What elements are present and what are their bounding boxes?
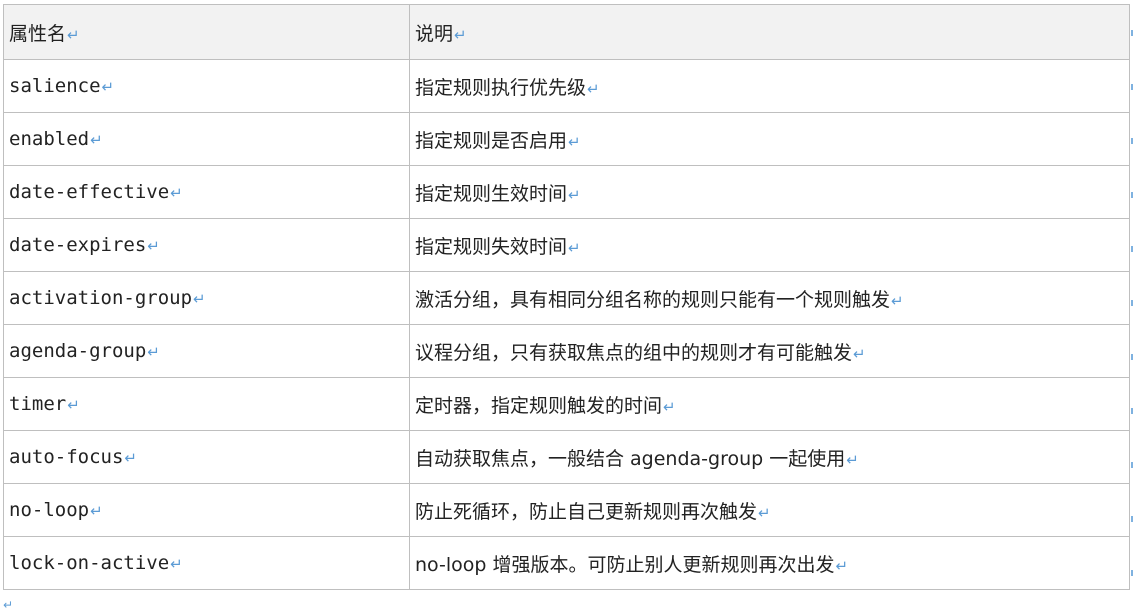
attribute-name: salience	[9, 75, 101, 97]
row-end-marker	[1131, 570, 1133, 576]
table-row: date-effective↵ 指定规则生效时间↵	[3, 165, 1130, 219]
paragraph-mark-icon: ↵	[193, 290, 206, 308]
paragraph-mark-icon: ↵	[568, 238, 581, 257]
attribute-desc-cell: 指定规则失效时间↵	[409, 218, 1130, 272]
paragraph-mark-icon: ↵	[853, 344, 866, 363]
attribute-desc-cell: 议程分组，只有获取焦点的组中的规则才有可能触发↵	[409, 324, 1130, 378]
attribute-name: lock-on-active	[9, 552, 170, 574]
paragraph-mark-icon: ↵	[587, 79, 600, 98]
attribute-name: auto-focus	[9, 446, 124, 468]
attribute-name-cell: auto-focus↵	[3, 430, 410, 484]
paragraph-mark-icon: ↵	[835, 556, 849, 575]
attribute-name-cell: enabled↵	[3, 112, 410, 166]
table-row: agenda-group↵ 议程分组，只有获取焦点的组中的规则才有可能触发↵	[3, 324, 1130, 378]
table-row: salience↵ 指定规则执行优先级↵	[3, 59, 1130, 113]
table-row: date-expires↵ 指定规则失效时间↵	[3, 218, 1130, 272]
attribute-desc-cell: 指定规则是否启用↵	[409, 112, 1130, 166]
row-end-marker	[1131, 192, 1133, 198]
header-cell-name: 属性名↵	[3, 4, 410, 60]
paragraph-mark-icon: ↵	[67, 25, 80, 44]
row-end-marker	[1131, 30, 1133, 36]
paragraph-mark-icon: ↵	[90, 131, 103, 149]
attribute-name-cell: salience↵	[3, 59, 410, 113]
paragraph-mark-icon: ↵	[124, 449, 137, 467]
attribute-desc-cell: 指定规则生效时间↵	[409, 165, 1130, 219]
paragraph-mark-icon: ↵	[568, 185, 581, 204]
table-header-row: 属性名↵ 说明↵	[3, 4, 1130, 60]
attribute-description: 指定规则是否启用	[415, 129, 568, 152]
attribute-description: no-loop 增强版本。可防止别人更新规则再次出发	[415, 553, 835, 576]
header-cell-desc: 说明↵	[409, 4, 1130, 60]
attribute-desc-cell: 定时器，指定规则触发的时间↵	[409, 377, 1130, 431]
table-row: timer↵ 定时器，指定规则触发的时间↵	[3, 377, 1130, 431]
attribute-description: 指定规则生效时间	[415, 182, 568, 205]
paragraph-mark-icon: ↵	[170, 555, 183, 573]
attribute-name: date-expires	[9, 234, 147, 256]
attribute-desc-cell: no-loop 增强版本。可防止别人更新规则再次出发↵	[409, 536, 1130, 590]
paragraph-mark-icon: ↵	[891, 291, 904, 310]
attribute-name: timer	[9, 393, 67, 415]
paragraph-mark-icon: ↵	[147, 343, 160, 361]
paragraph-mark-icon: ↵	[758, 503, 771, 522]
paragraph-mark-icon: ↵	[147, 237, 160, 255]
header-label: 属性名	[9, 22, 67, 45]
attribute-description: 议程分组，只有获取焦点的组中的规则才有可能触发	[415, 341, 853, 364]
paragraph-mark-icon: ↵	[90, 502, 103, 520]
attribute-name: enabled	[9, 128, 90, 150]
attribute-name-cell: lock-on-active↵	[3, 536, 410, 590]
attribute-desc-cell: 自动获取焦点，一般结合 agenda-group 一起使用↵	[409, 430, 1130, 484]
attribute-name: agenda-group	[9, 340, 147, 362]
attribute-name: activation-group	[9, 287, 193, 309]
row-end-marker	[1131, 138, 1133, 144]
attribute-name-cell: timer↵	[3, 377, 410, 431]
attribute-name-cell: date-expires↵	[3, 218, 410, 272]
paragraph-mark-icon: ↵	[454, 25, 467, 44]
attribute-description: 自动获取焦点，一般结合 agenda-group 一起使用	[415, 447, 846, 470]
header-label: 说明	[415, 22, 454, 45]
row-end-marker	[1131, 462, 1133, 468]
row-end-marker	[1131, 354, 1133, 360]
row-end-marker	[1131, 84, 1133, 90]
table-row: lock-on-active↵ no-loop 增强版本。可防止别人更新规则再次…	[3, 536, 1130, 590]
paragraph-mark-icon: ↵	[846, 450, 859, 469]
table-row: activation-group↵ 激活分组，具有相同分组名称的规则只能有一个规…	[3, 271, 1130, 325]
paragraph-mark-icon: ↵	[101, 78, 115, 96]
table-row: enabled↵ 指定规则是否启用↵	[3, 112, 1130, 166]
attribute-description: 指定规则失效时间	[415, 235, 568, 258]
attribute-name: no-loop	[9, 499, 90, 521]
row-end-marker	[1131, 408, 1133, 414]
attribute-description: 激活分组，具有相同分组名称的规则只能有一个规则触发	[415, 288, 891, 311]
attribute-description: 指定规则执行优先级	[415, 76, 587, 99]
paragraph-mark-icon: ↵	[3, 598, 14, 612]
row-end-marker	[1131, 246, 1133, 252]
attribute-name-cell: activation-group↵	[3, 271, 410, 325]
attribute-name: date-effective	[9, 181, 170, 203]
row-end-marker	[1131, 516, 1133, 522]
attribute-name-cell: no-loop↵	[3, 483, 410, 537]
paragraph-mark-icon: ↵	[170, 184, 183, 202]
attribute-name-cell: agenda-group↵	[3, 324, 410, 378]
table-row: auto-focus↵ 自动获取焦点，一般结合 agenda-group 一起使…	[3, 430, 1130, 484]
attribute-table: 属性名↵ 说明↵ salience↵ 指定规则执行优先级↵ enabled↵ 指…	[3, 4, 1130, 590]
paragraph-mark-icon: ↵	[663, 397, 676, 416]
attribute-desc-cell: 指定规则执行优先级↵	[409, 59, 1130, 113]
row-end-marker	[1131, 300, 1133, 306]
attribute-description: 定时器，指定规则触发的时间	[415, 394, 663, 417]
attribute-name-cell: date-effective↵	[3, 165, 410, 219]
paragraph-mark-icon: ↵	[568, 132, 581, 151]
attribute-desc-cell: 激活分组，具有相同分组名称的规则只能有一个规则触发↵	[409, 271, 1130, 325]
paragraph-mark-icon: ↵	[67, 396, 80, 414]
attribute-description: 防止死循环，防止自己更新规则再次触发	[415, 500, 758, 523]
attribute-desc-cell: 防止死循环，防止自己更新规则再次触发↵	[409, 483, 1130, 537]
table-row: no-loop↵ 防止死循环，防止自己更新规则再次触发↵	[3, 483, 1130, 537]
